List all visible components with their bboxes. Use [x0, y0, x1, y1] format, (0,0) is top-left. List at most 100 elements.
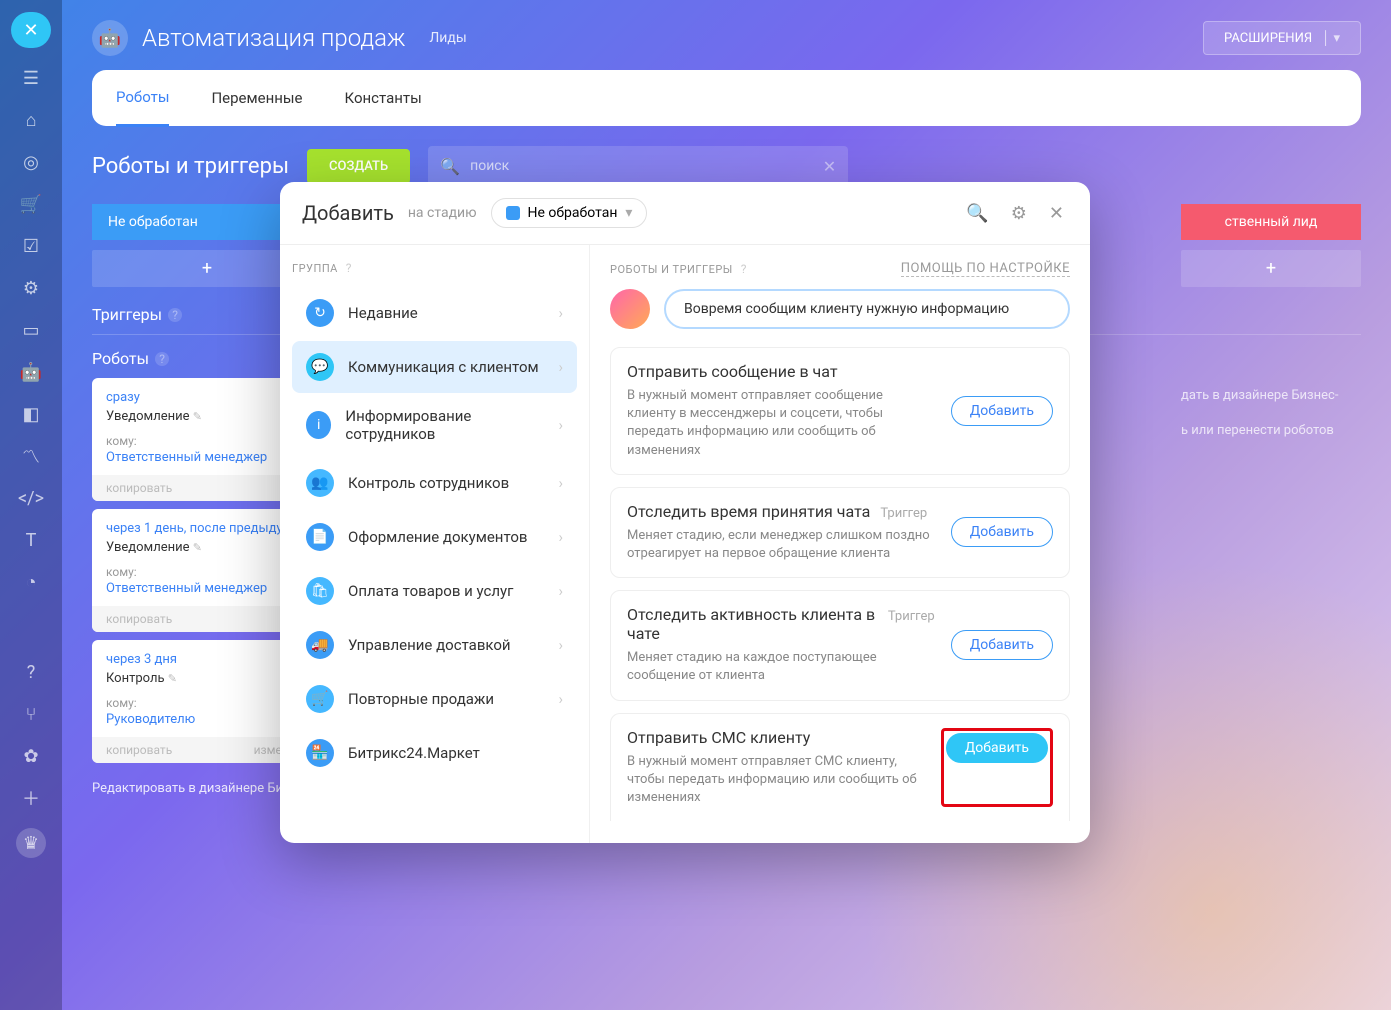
- target-icon[interactable]: ◎: [19, 150, 43, 174]
- card-to: Ответственный менеджер: [106, 450, 308, 465]
- card-icon[interactable]: ▭: [19, 318, 43, 342]
- help-icon[interactable]: ?: [155, 352, 169, 366]
- help-icon[interactable]: ?: [342, 261, 356, 275]
- card-to-label: кому:: [106, 696, 308, 710]
- card-title: Уведомление: [106, 409, 190, 424]
- group-recent[interactable]: ↻Недавние›: [292, 287, 577, 339]
- group-market[interactable]: 🏪Битрикс24.Маркет: [292, 727, 577, 779]
- robot-icon[interactable]: 🤖: [19, 360, 43, 384]
- edit-icon[interactable]: ✎: [193, 410, 202, 423]
- code-icon[interactable]: </>: [19, 486, 43, 510]
- cart-icon[interactable]: 🛒: [19, 192, 43, 216]
- section-title: Роботы и триггеры: [92, 154, 289, 179]
- group-communication[interactable]: 💬Коммуникация с клиентом›: [292, 341, 577, 393]
- card-to-label: кому:: [106, 434, 308, 448]
- item-desc: В нужный момент отправляет сообщение кли…: [627, 387, 935, 460]
- clear-icon[interactable]: ✕: [823, 157, 836, 176]
- add-button[interactable]: Добавить: [951, 517, 1053, 547]
- chat-icon: 💬: [306, 353, 334, 381]
- search-box[interactable]: 🔍 ✕: [428, 146, 848, 186]
- close-icon[interactable]: ✕: [1045, 199, 1068, 228]
- add-stage-button-right[interactable]: +: [1181, 250, 1361, 287]
- people-icon: 👥: [306, 469, 334, 497]
- group-inform[interactable]: iИнформирование сотрудников›: [292, 395, 577, 455]
- clock-icon[interactable]: ◔: [19, 570, 43, 594]
- chevron-down-icon: ▾: [625, 205, 632, 221]
- modal-title: Добавить: [302, 201, 394, 225]
- create-button[interactable]: СОЗДАТЬ: [307, 149, 410, 184]
- tab-constants[interactable]: Константы: [345, 71, 422, 125]
- add-button[interactable]: Добавить: [951, 396, 1053, 426]
- copy-action[interactable]: копировать: [106, 743, 172, 757]
- item-desc: В нужный момент отправляет СМС клиенту, …: [627, 753, 925, 808]
- crown-icon[interactable]: ♛: [16, 828, 46, 858]
- chevron-down-icon: │ ▾: [1322, 30, 1340, 46]
- module-logo-icon: 🤖: [92, 20, 128, 56]
- help-icon[interactable]: ?: [19, 660, 43, 684]
- card-title: Контроль: [106, 671, 165, 686]
- item-title: Отправить сообщение в чат: [627, 362, 838, 381]
- robot-item-send-sms: Отправить СМС клиенту В нужный момент от…: [610, 713, 1070, 822]
- nodes-icon[interactable]: ⚙: [19, 276, 43, 300]
- help-icon[interactable]: ?: [168, 308, 182, 322]
- gear-icon[interactable]: ✿: [19, 744, 43, 768]
- repeat-icon: 🛒: [306, 685, 334, 713]
- filter-icon[interactable]: ☰: [19, 66, 43, 90]
- settings-icon[interactable]: ⚙: [1007, 199, 1031, 228]
- chart-icon[interactable]: 〽: [19, 444, 43, 468]
- group-delivery[interactable]: 🚚Управление доставкой›: [292, 619, 577, 671]
- group-payment[interactable]: 🛍Оплата товаров и услуг›: [292, 565, 577, 617]
- assistant-avatar: [610, 289, 650, 329]
- stage-selector[interactable]: Не обработан ▾: [491, 198, 648, 228]
- tabs: Роботы Переменные Константы: [92, 70, 1361, 126]
- copy-action[interactable]: копировать: [106, 612, 172, 626]
- group-documents[interactable]: 📄Оформление документов›: [292, 511, 577, 563]
- robot-item-track-chat-time: Отследить время принятия чатаТриггер Мен…: [610, 487, 1070, 578]
- search-input[interactable]: [470, 158, 823, 174]
- chevron-right-icon: ›: [558, 304, 563, 322]
- item-title: Отследить время принятия чата: [627, 502, 870, 521]
- extensions-label: РАСШИРЕНИЯ: [1224, 31, 1312, 46]
- chevron-right-icon: ›: [558, 636, 563, 654]
- market-icon: 🏪: [306, 739, 334, 767]
- add-button-primary[interactable]: Добавить: [946, 733, 1048, 763]
- box-icon[interactable]: ◧: [19, 402, 43, 426]
- tab-robots[interactable]: Роботы: [116, 70, 169, 127]
- doc-icon: 📄: [306, 523, 334, 551]
- card-to: Руководителю: [106, 712, 308, 727]
- text-icon[interactable]: T: [19, 528, 43, 552]
- page-title: Автоматизация продаж: [142, 24, 405, 52]
- card-when: через 3 дня: [106, 652, 308, 667]
- truck-icon: 🚚: [306, 631, 334, 659]
- card-to-label: кому:: [106, 565, 308, 579]
- edit-icon[interactable]: ✎: [168, 672, 177, 685]
- chevron-right-icon: ›: [558, 474, 563, 492]
- sitemap-icon[interactable]: ⑂: [19, 702, 43, 726]
- resize-handle[interactable]: [1082, 835, 1090, 843]
- extensions-button[interactable]: РАСШИРЕНИЯ │ ▾: [1203, 21, 1361, 55]
- stage-quality-lead[interactable]: ственный лид: [1181, 204, 1361, 240]
- group-control[interactable]: 👥Контроль сотрудников›: [292, 457, 577, 509]
- search-icon: 🔍: [440, 157, 460, 176]
- card-title: Уведомление: [106, 540, 190, 555]
- add-robot-modal: Добавить на стадию Не обработан ▾ 🔍 ⚙ ✕ …: [280, 182, 1090, 843]
- plus-icon[interactable]: ＋: [19, 786, 43, 810]
- help-icon[interactable]: ?: [737, 262, 751, 276]
- group-repeat-sales[interactable]: 🛒Повторные продажи›: [292, 673, 577, 725]
- close-rail-button[interactable]: ✕: [11, 12, 51, 48]
- copy-action[interactable]: копировать: [106, 481, 172, 495]
- robot-item-send-chat: Отправить сообщение в чат В нужный момен…: [610, 347, 1070, 475]
- edit-icon[interactable]: ✎: [193, 541, 202, 554]
- chevron-right-icon: ›: [558, 690, 563, 708]
- stage-dot-icon: [506, 206, 520, 220]
- search-icon[interactable]: 🔍: [962, 199, 992, 228]
- robots-triggers-label: РОБОТЫ И ТРИГГЕРЫ? Помощь по настройке: [610, 261, 1070, 277]
- add-button[interactable]: Добавить: [951, 630, 1053, 660]
- item-title: Отправить СМС клиенту: [627, 728, 810, 747]
- assistant-speech: Вовремя сообщим клиенту нужную информаци…: [664, 289, 1070, 329]
- home-icon[interactable]: ⌂: [19, 108, 43, 132]
- check-icon[interactable]: ☑: [19, 234, 43, 258]
- modal-sub: на стадию: [408, 205, 477, 221]
- help-link[interactable]: Помощь по настройке: [901, 261, 1070, 277]
- tab-variables[interactable]: Переменные: [211, 71, 302, 125]
